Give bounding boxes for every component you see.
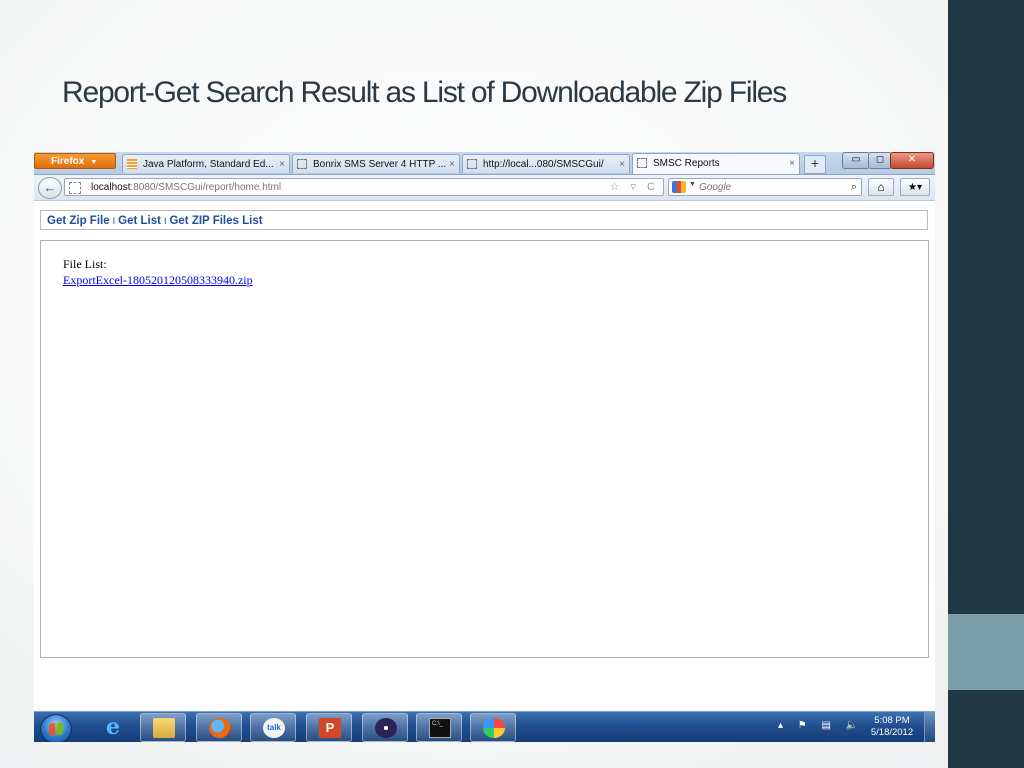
taskbar-gtalk[interactable]: talk — [250, 713, 296, 742]
get-list-link[interactable]: Get List — [118, 215, 161, 227]
google-icon[interactable] — [672, 181, 686, 193]
page-icon — [297, 159, 307, 169]
slide-side-accent — [948, 614, 1024, 690]
get-zip-file-link[interactable]: Get Zip File — [47, 215, 110, 227]
bookmark-star-icon[interactable]: ☆ ▿ C — [610, 179, 659, 196]
windows-logo-icon — [49, 722, 63, 736]
firefox-icon — [209, 718, 231, 738]
zip-file-link[interactable]: ExportExcel-180520120508333940.zip — [63, 273, 253, 288]
search-bar: ▼ ⌕ — [668, 178, 862, 196]
taskbar-eclipse[interactable] — [362, 713, 408, 742]
menu-separator: I — [112, 216, 116, 226]
new-tab-button[interactable]: + — [804, 155, 826, 174]
browser-screenshot: Firefox ▼ Java Platform, Standard Ed... ×… — [34, 152, 935, 742]
back-button[interactable]: ← — [38, 177, 62, 199]
search-input[interactable] — [699, 180, 839, 194]
gtalk-icon: talk — [263, 718, 285, 738]
tab-label: Bonrix SMS Server 4 HTTP ... — [313, 159, 447, 170]
site-identity-icon[interactable] — [69, 182, 81, 194]
page-icon — [637, 158, 647, 168]
navigation-bar: ← localhost:8080/SMSCGui/report/home.htm… — [34, 175, 935, 201]
minimize-button[interactable]: ▭ — [842, 152, 870, 169]
taskbar-firefox[interactable] — [196, 713, 242, 742]
window-controls: ▭ ◻ ✕ — [842, 152, 934, 169]
menu-separator: I — [163, 216, 167, 226]
tab-label: SMSC Reports — [653, 158, 720, 169]
search-icon[interactable]: ⌕ — [851, 179, 857, 195]
cmd-icon: C:\_ — [429, 718, 451, 738]
tab-bar: Firefox ▼ Java Platform, Standard Ed... ×… — [34, 152, 935, 175]
results-panel: File List: ExportExcel-18052012050833394… — [40, 240, 929, 658]
ie-icon: e — [106, 714, 120, 740]
tab-smsc-reports[interactable]: SMSC Reports × — [632, 153, 800, 174]
tab-localhost-smscgui[interactable]: http://local...080/SMSCGui/ × — [462, 154, 630, 173]
firefox-menu-label: Firefox — [51, 156, 85, 167]
clock-time: 5:08 PM — [874, 715, 910, 726]
bookmarks-button[interactable]: ★▾ — [900, 178, 930, 196]
chevron-down-icon: ▼ — [90, 159, 98, 166]
tab-close-icon[interactable]: × — [449, 155, 455, 173]
url-text: localhost:8080/SMSCGui/report/home.html — [91, 179, 281, 196]
address-bar[interactable]: localhost:8080/SMSCGui/report/home.html … — [64, 178, 664, 196]
taskbar-cmd[interactable]: C:\_ — [416, 713, 462, 742]
taskbar-paint[interactable] — [470, 713, 516, 742]
tab-java-platform[interactable]: Java Platform, Standard Ed... × — [122, 154, 290, 173]
slide-title: Report-Get Search Result as List of Down… — [62, 76, 787, 109]
tab-label: http://local...080/SMSCGui/ — [483, 159, 604, 170]
firefox-menu-button[interactable]: Firefox ▼ — [34, 153, 116, 169]
taskbar-clock[interactable]: 5:08 PM 5/18/2012 — [860, 715, 924, 739]
start-button[interactable] — [40, 714, 72, 742]
tab-bonrix-sms[interactable]: Bonrix SMS Server 4 HTTP ... × — [292, 154, 460, 173]
show-desktop-button[interactable] — [924, 712, 935, 742]
tab-close-icon[interactable]: × — [789, 154, 795, 173]
tab-label: Java Platform, Standard Ed... — [143, 159, 274, 170]
report-menu: Get Zip File I Get List I Get ZIP Files List — [40, 210, 928, 230]
file-list-label: File List: — [63, 257, 107, 271]
get-zip-files-list-link[interactable]: Get ZIP Files List — [169, 215, 262, 227]
tab-close-icon[interactable]: × — [279, 155, 285, 173]
taskbar-explorer[interactable] — [140, 713, 186, 742]
powerpoint-icon: P — [319, 718, 341, 738]
page-icon — [467, 159, 477, 169]
maximize-button[interactable]: ◻ — [868, 152, 892, 169]
chevron-down-icon[interactable]: ▼ — [689, 181, 696, 188]
taskbar-ie[interactable]: e — [90, 713, 136, 742]
java-icon — [127, 159, 137, 169]
url-path: :8080/SMSCGui/report/home.html — [130, 182, 282, 193]
tab-close-icon[interactable]: × — [619, 155, 625, 173]
eclipse-icon — [375, 718, 397, 738]
home-button[interactable]: ⌂ — [868, 178, 894, 196]
taskbar-powerpoint[interactable]: P — [306, 713, 352, 742]
folder-icon — [153, 718, 175, 738]
close-window-button[interactable]: ✕ — [890, 152, 934, 169]
paint-icon — [483, 718, 505, 738]
taskbar: e talk P C:\_ ▴ ⚑ ▤ 🔈 5:08 PM 5/18/2012 — [34, 711, 935, 742]
system-tray-icons[interactable]: ▴ ⚑ ▤ 🔈 — [778, 720, 864, 731]
clock-date: 5/18/2012 — [870, 727, 914, 738]
url-host: localhost — [91, 182, 131, 193]
